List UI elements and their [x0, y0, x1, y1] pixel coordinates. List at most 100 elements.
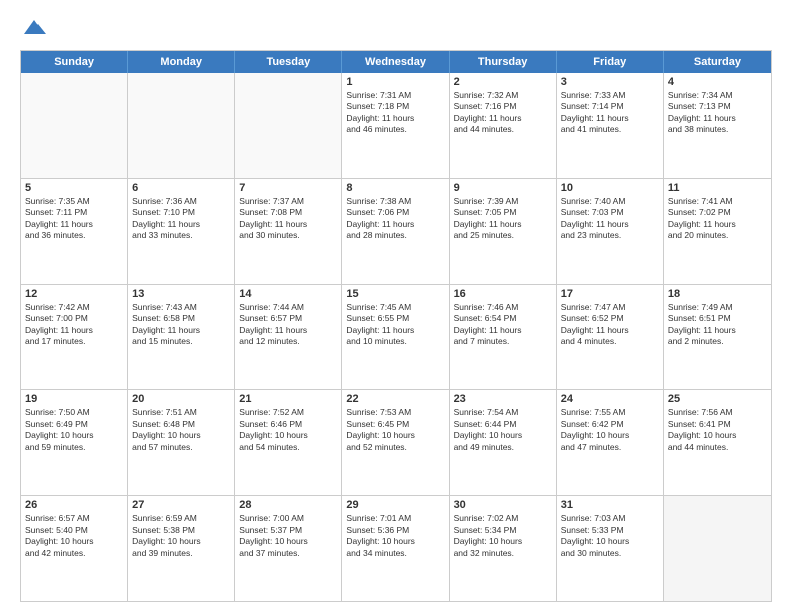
cell-line: and 49 minutes. — [454, 442, 552, 453]
cell-line: and 10 minutes. — [346, 336, 444, 347]
cell-line: and 15 minutes. — [132, 336, 230, 347]
day-number: 15 — [346, 288, 444, 300]
day-cell-14: 14Sunrise: 7:44 AMSunset: 6:57 PMDayligh… — [235, 285, 342, 390]
cell-line: Sunset: 6:58 PM — [132, 313, 230, 324]
cell-line: and 41 minutes. — [561, 124, 659, 135]
cell-line: and 47 minutes. — [561, 442, 659, 453]
cell-line: Sunrise: 7:34 AM — [668, 90, 767, 101]
header-day-friday: Friday — [557, 51, 664, 73]
cell-line: Daylight: 10 hours — [668, 430, 767, 441]
cell-line: Sunset: 6:41 PM — [668, 419, 767, 430]
cell-line: Sunrise: 7:37 AM — [239, 196, 337, 207]
day-cell-13: 13Sunrise: 7:43 AMSunset: 6:58 PMDayligh… — [128, 285, 235, 390]
cell-line: and 12 minutes. — [239, 336, 337, 347]
day-number: 3 — [561, 76, 659, 88]
cell-line: Sunrise: 7:47 AM — [561, 302, 659, 313]
cell-line: Daylight: 11 hours — [239, 219, 337, 230]
cell-line: Sunrise: 7:33 AM — [561, 90, 659, 101]
day-cell-16: 16Sunrise: 7:46 AMSunset: 6:54 PMDayligh… — [450, 285, 557, 390]
page: SundayMondayTuesdayWednesdayThursdayFrid… — [0, 0, 792, 612]
cell-line: Daylight: 10 hours — [25, 430, 123, 441]
cell-line: Sunset: 6:52 PM — [561, 313, 659, 324]
cell-line: Sunset: 6:44 PM — [454, 419, 552, 430]
header-day-saturday: Saturday — [664, 51, 771, 73]
day-number: 28 — [239, 499, 337, 511]
cell-line: Sunset: 7:02 PM — [668, 207, 767, 218]
cell-line: Daylight: 11 hours — [239, 325, 337, 336]
cell-line: Sunrise: 7:54 AM — [454, 407, 552, 418]
cell-line: and 7 minutes. — [454, 336, 552, 347]
cell-line: Sunrise: 7:43 AM — [132, 302, 230, 313]
cell-line: Daylight: 11 hours — [668, 325, 767, 336]
day-number: 7 — [239, 182, 337, 194]
cell-line: Sunrise: 7:39 AM — [454, 196, 552, 207]
cell-line: Sunrise: 7:45 AM — [346, 302, 444, 313]
cell-line: Sunrise: 7:32 AM — [454, 90, 552, 101]
week-row-4: 19Sunrise: 7:50 AMSunset: 6:49 PMDayligh… — [21, 389, 771, 495]
day-number: 19 — [25, 393, 123, 405]
day-number: 29 — [346, 499, 444, 511]
cell-line: and 36 minutes. — [25, 230, 123, 241]
cell-line: Daylight: 11 hours — [132, 325, 230, 336]
day-cell-22: 22Sunrise: 7:53 AMSunset: 6:45 PMDayligh… — [342, 390, 449, 495]
day-number: 9 — [454, 182, 552, 194]
header-day-monday: Monday — [128, 51, 235, 73]
cell-line: Sunset: 7:14 PM — [561, 101, 659, 112]
cell-line: Sunrise: 7:53 AM — [346, 407, 444, 418]
day-cell-4: 4Sunrise: 7:34 AMSunset: 7:13 PMDaylight… — [664, 73, 771, 178]
cell-line: Sunrise: 7:00 AM — [239, 513, 337, 524]
cell-line: and 25 minutes. — [454, 230, 552, 241]
day-number: 4 — [668, 76, 767, 88]
cell-line: Sunset: 6:48 PM — [132, 419, 230, 430]
day-cell-26: 26Sunrise: 6:57 AMSunset: 5:40 PMDayligh… — [21, 496, 128, 601]
cell-line: Sunset: 7:05 PM — [454, 207, 552, 218]
cell-line: and 44 minutes. — [668, 442, 767, 453]
day-cell-20: 20Sunrise: 7:51 AMSunset: 6:48 PMDayligh… — [128, 390, 235, 495]
cell-line: Sunset: 7:08 PM — [239, 207, 337, 218]
day-cell-17: 17Sunrise: 7:47 AMSunset: 6:52 PMDayligh… — [557, 285, 664, 390]
day-cell-10: 10Sunrise: 7:40 AMSunset: 7:03 PMDayligh… — [557, 179, 664, 284]
cell-line: and 20 minutes. — [668, 230, 767, 241]
cell-line: Sunrise: 7:03 AM — [561, 513, 659, 524]
cell-line: Sunset: 7:16 PM — [454, 101, 552, 112]
week-row-5: 26Sunrise: 6:57 AMSunset: 5:40 PMDayligh… — [21, 495, 771, 601]
cell-line: Daylight: 11 hours — [561, 325, 659, 336]
cell-line: and 39 minutes. — [132, 548, 230, 559]
day-cell-2: 2Sunrise: 7:32 AMSunset: 7:16 PMDaylight… — [450, 73, 557, 178]
empty-cell — [21, 73, 128, 178]
week-row-2: 5Sunrise: 7:35 AMSunset: 7:11 PMDaylight… — [21, 178, 771, 284]
cell-line: Sunset: 5:34 PM — [454, 525, 552, 536]
cell-line: Sunset: 6:51 PM — [668, 313, 767, 324]
cell-line: Sunrise: 7:41 AM — [668, 196, 767, 207]
cell-line: Daylight: 11 hours — [561, 219, 659, 230]
cell-line: Daylight: 10 hours — [25, 536, 123, 547]
cell-line: Daylight: 11 hours — [668, 219, 767, 230]
day-cell-23: 23Sunrise: 7:54 AMSunset: 6:44 PMDayligh… — [450, 390, 557, 495]
day-cell-29: 29Sunrise: 7:01 AMSunset: 5:36 PMDayligh… — [342, 496, 449, 601]
week-row-1: 1Sunrise: 7:31 AMSunset: 7:18 PMDaylight… — [21, 73, 771, 178]
cell-line: Sunset: 7:03 PM — [561, 207, 659, 218]
day-number: 26 — [25, 499, 123, 511]
cell-line: and 44 minutes. — [454, 124, 552, 135]
cell-line: and 33 minutes. — [132, 230, 230, 241]
cell-line: Sunrise: 7:42 AM — [25, 302, 123, 313]
day-number: 6 — [132, 182, 230, 194]
cell-line: and 17 minutes. — [25, 336, 123, 347]
day-number: 22 — [346, 393, 444, 405]
cell-line: Sunrise: 7:56 AM — [668, 407, 767, 418]
cell-line: Sunset: 7:10 PM — [132, 207, 230, 218]
cell-line: Sunset: 7:18 PM — [346, 101, 444, 112]
cell-line: Daylight: 11 hours — [668, 113, 767, 124]
cell-line: Sunset: 5:36 PM — [346, 525, 444, 536]
cell-line: Sunset: 5:33 PM — [561, 525, 659, 536]
day-number: 31 — [561, 499, 659, 511]
cell-line: Sunset: 7:06 PM — [346, 207, 444, 218]
header-day-tuesday: Tuesday — [235, 51, 342, 73]
header-day-sunday: Sunday — [21, 51, 128, 73]
cell-line: and 23 minutes. — [561, 230, 659, 241]
cell-line: and 59 minutes. — [25, 442, 123, 453]
cell-line: Sunset: 5:40 PM — [25, 525, 123, 536]
cell-line: Sunrise: 6:59 AM — [132, 513, 230, 524]
cell-line: Daylight: 10 hours — [561, 430, 659, 441]
cell-line: and 42 minutes. — [25, 548, 123, 559]
